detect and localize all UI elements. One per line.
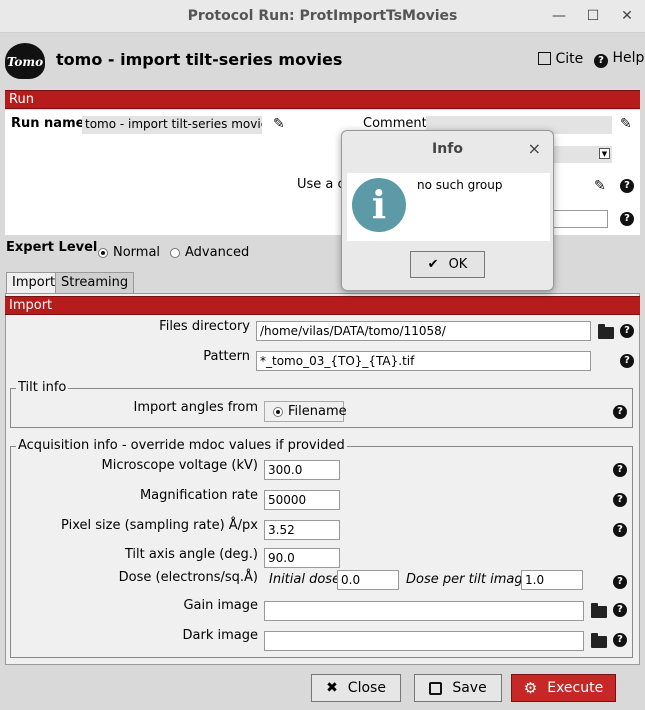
- filename-radio[interactable]: [273, 407, 283, 417]
- cite-label: Cite: [555, 51, 584, 67]
- import-angles-option[interactable]: Filename: [264, 401, 347, 422]
- close-x-icon: ✖: [326, 680, 338, 696]
- browse-gain-icon[interactable]: [591, 603, 607, 618]
- magnification-label: Magnification rate: [139, 488, 258, 503]
- run-section-header: Run: [5, 90, 640, 109]
- advanced-radio-label: Advanced: [185, 245, 250, 260]
- pattern-field[interactable]: *_tomo_03_{TO}_{TA}.tif: [256, 351, 591, 371]
- minimize-button[interactable]: —: [549, 6, 569, 26]
- import-angles-help-icon[interactable]: ?: [613, 405, 627, 419]
- info-message: no such group: [417, 178, 503, 192]
- expert-level-label: Expert Level: [6, 240, 98, 255]
- host-select[interactable]: ▼: [550, 146, 612, 163]
- run-name-label: Run name: [11, 116, 85, 131]
- tilt-info-legend: Tilt info: [16, 380, 69, 395]
- voltage-help-icon[interactable]: ?: [613, 463, 627, 477]
- chevron-down-icon: ▼: [599, 148, 610, 159]
- files-directory-label: Files directory: [159, 319, 250, 334]
- magnification-field[interactable]: 50000: [264, 490, 340, 510]
- cite-button[interactable]: Cite: [538, 50, 583, 67]
- execute-button[interactable]: ⚙ Execute: [511, 674, 616, 702]
- edit-queue-icon[interactable]: ✎: [594, 178, 606, 194]
- dark-help-icon[interactable]: ?: [613, 633, 627, 647]
- close-button[interactable]: ✖ Close: [311, 674, 401, 702]
- info-dialog-title: Info: [432, 141, 463, 157]
- dose-per-tilt-field[interactable]: 1.0: [521, 570, 583, 590]
- dark-image-label: Dark image: [182, 628, 258, 643]
- dose-label: Dose (electrons/sq.Å): [118, 570, 258, 585]
- edit-comment-icon[interactable]: ✎: [620, 116, 632, 132]
- voltage-field[interactable]: 300.0: [264, 460, 340, 480]
- close-button-label: Close: [347, 680, 386, 696]
- pattern-help-icon[interactable]: ?: [620, 354, 634, 368]
- window-titlebar: Protocol Run: ProtImportTsMovies — ☐ ✕: [0, 0, 645, 33]
- files-directory-field[interactable]: /home/vilas/DATA/tomo/11058/: [256, 321, 591, 341]
- filename-radio-label: Filename: [288, 404, 347, 419]
- save-icon: [429, 681, 443, 695]
- run-name-field[interactable]: tomo - import tilt-series movies: [82, 116, 262, 134]
- threads-field[interactable]: [550, 210, 608, 228]
- help-icon: ?: [594, 54, 608, 68]
- dialog-close-icon[interactable]: ×: [528, 139, 541, 158]
- close-window-button[interactable]: ✕: [617, 6, 637, 26]
- queue-help-icon[interactable]: ?: [620, 179, 634, 193]
- help-label: Help: [612, 50, 645, 66]
- execute-button-label: Execute: [547, 680, 604, 696]
- browse-dark-icon[interactable]: [591, 633, 607, 648]
- dark-image-field[interactable]: [264, 631, 584, 651]
- magnification-help-icon[interactable]: ?: [613, 493, 627, 507]
- gain-help-icon[interactable]: ?: [613, 603, 627, 617]
- dose-per-tilt-label: Dose per tilt image: [406, 572, 531, 587]
- import-section-header: Import: [5, 296, 640, 315]
- info-dialog-body: i no such group: [347, 173, 550, 241]
- import-angles-label: Import angles from: [133, 400, 258, 415]
- initial-dose-label: Initial dose: [269, 572, 341, 587]
- ok-button[interactable]: ✔ OK: [410, 251, 485, 278]
- initial-dose-field[interactable]: 0.0: [337, 570, 399, 590]
- pixel-size-help-icon[interactable]: ?: [613, 523, 627, 537]
- external-link-icon: [538, 52, 551, 65]
- ok-button-label: OK: [448, 257, 468, 272]
- threads-help-icon[interactable]: ?: [620, 212, 634, 226]
- normal-radio-label: Normal: [113, 245, 161, 260]
- help-button[interactable]: ? Help: [594, 50, 645, 68]
- gain-image-field[interactable]: [264, 601, 584, 621]
- pixel-size-field[interactable]: 3.52: [264, 520, 340, 540]
- browse-folder-icon[interactable]: [598, 324, 614, 339]
- pattern-label: Pattern: [203, 349, 250, 364]
- maximize-button[interactable]: ☐: [583, 6, 603, 26]
- voltage-label: Microscope voltage (kV): [101, 458, 258, 473]
- edit-run-name-icon[interactable]: ✎: [273, 116, 285, 132]
- tilt-axis-field[interactable]: 90.0: [264, 548, 340, 568]
- gears-icon: ⚙: [523, 679, 538, 697]
- normal-radio[interactable]: [98, 248, 108, 258]
- info-icon: i: [352, 178, 406, 232]
- protocol-title: tomo - import tilt-series movies: [56, 50, 343, 69]
- gain-image-label: Gain image: [183, 598, 258, 613]
- files-directory-help-icon[interactable]: ?: [620, 324, 634, 338]
- info-dialog: Info × i no such group ✔ OK: [341, 130, 554, 291]
- comment-label: Comment: [363, 116, 427, 131]
- tab-streaming[interactable]: Streaming: [55, 272, 135, 293]
- acquisition-legend: Acquisition info - override mdoc values …: [16, 438, 347, 453]
- use-queue-label: Use a c: [297, 177, 345, 192]
- tilt-axis-label: Tilt axis angle (deg.): [124, 547, 258, 562]
- save-button[interactable]: Save: [414, 674, 502, 702]
- save-button-label: Save: [452, 680, 487, 696]
- check-icon: ✔: [427, 257, 439, 272]
- advanced-radio[interactable]: [170, 248, 180, 258]
- tomo-logo: Tomo: [5, 43, 45, 79]
- dose-help-icon[interactable]: ?: [613, 575, 627, 589]
- pixel-size-label: Pixel size (sampling rate) Å/px: [61, 518, 258, 533]
- tab-import[interactable]: Import: [6, 272, 62, 293]
